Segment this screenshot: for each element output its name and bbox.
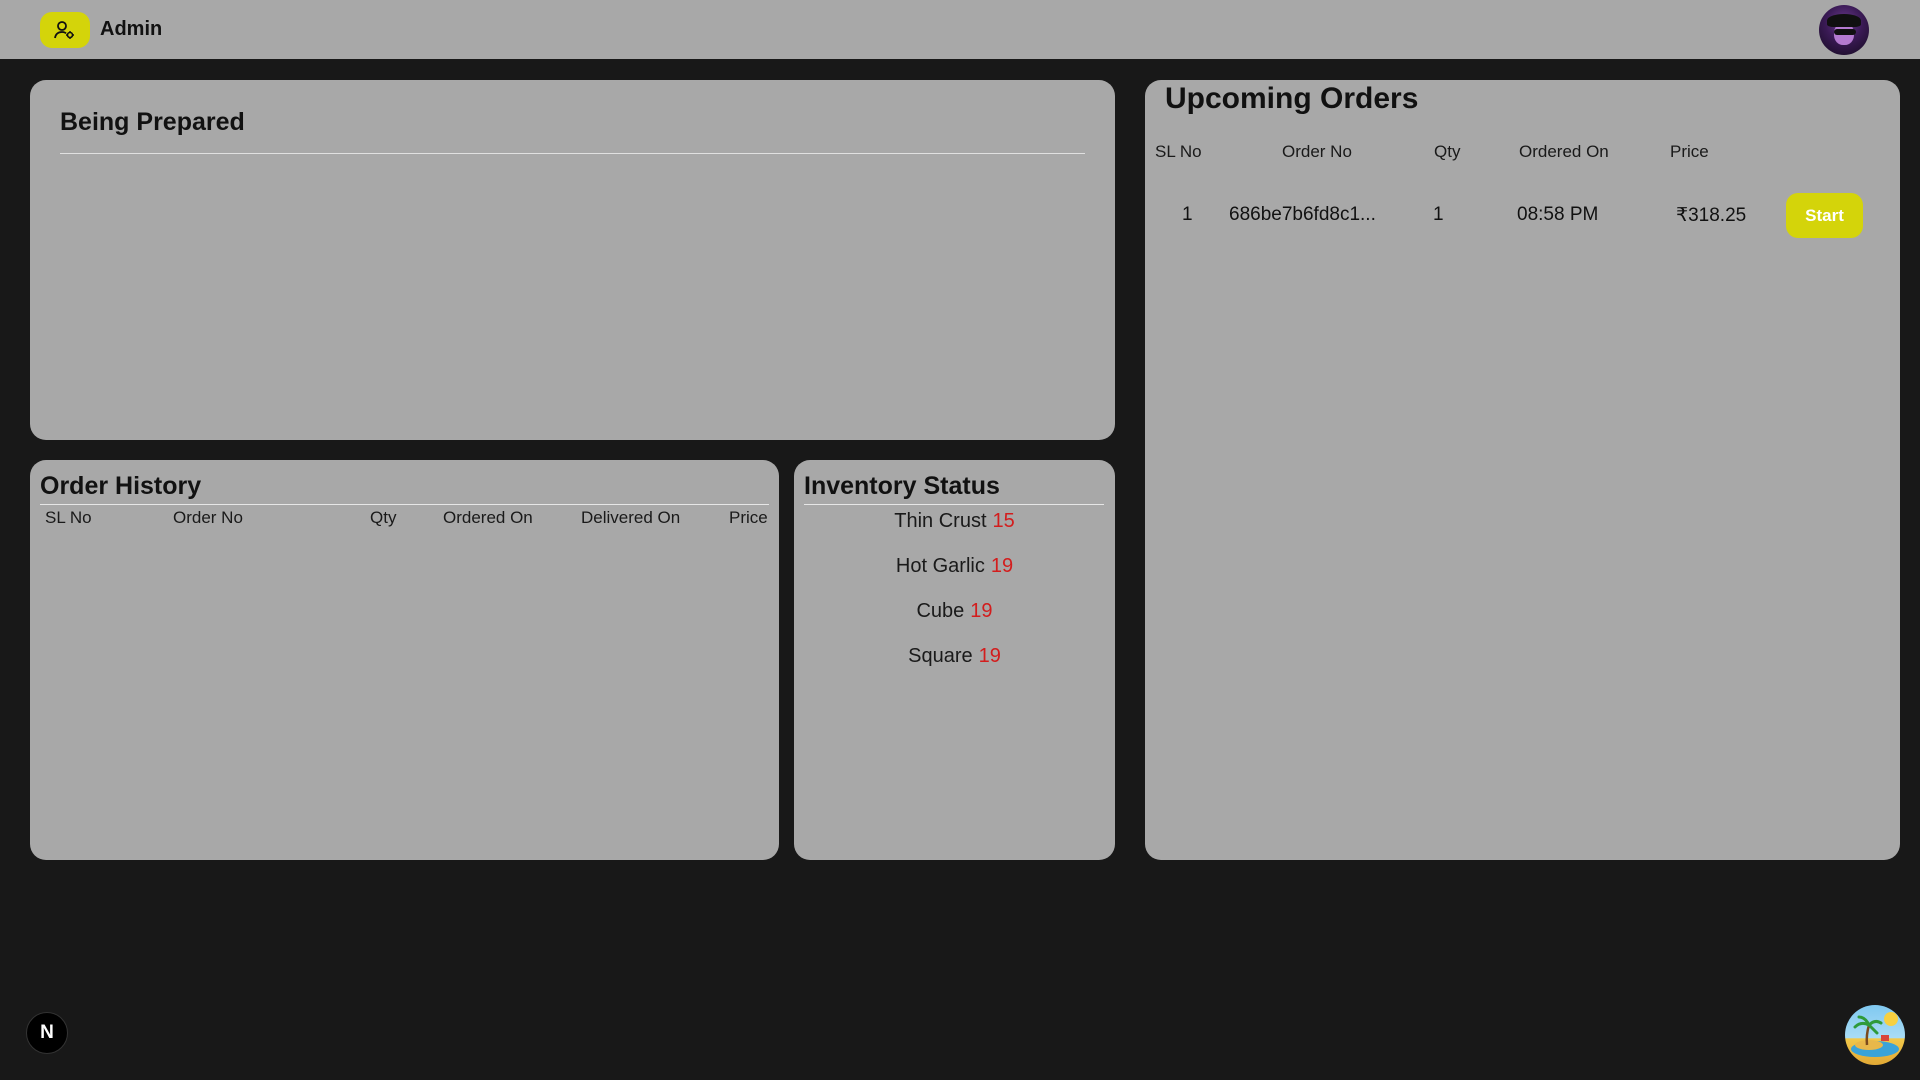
- column-header-qty: Qty: [1434, 142, 1461, 161]
- profile-avatar[interactable]: [1819, 5, 1869, 55]
- inventory-item-name: Cube: [916, 600, 965, 622]
- column-header-ordered-on: Ordered On: [1519, 142, 1609, 161]
- order-qty: 1: [1433, 204, 1444, 225]
- column-header-qty: Qty: [370, 508, 397, 527]
- avatar-glasses: [1834, 29, 1856, 35]
- inventory-item: Hot Garlic 19: [794, 555, 1115, 578]
- inventory-status-title: Inventory Status: [804, 472, 1000, 500]
- column-header-sl-no: SL No: [45, 508, 92, 527]
- inventory-item: Thin Crust 15: [794, 510, 1115, 533]
- column-header-sl-no: SL No: [1155, 142, 1202, 161]
- dev-tools-badge[interactable]: N: [26, 1012, 68, 1054]
- divider: [60, 153, 1085, 154]
- inventory-item: Square 19: [794, 645, 1115, 668]
- being-prepared-title: Being Prepared: [60, 108, 245, 136]
- inventory-item-count: 19: [990, 555, 1014, 577]
- admin-title: Admin: [100, 18, 163, 40]
- dev-tools-badge-label: N: [40, 1022, 54, 1043]
- order-number: 686be7b6fd8c1...: [1229, 204, 1376, 225]
- inventory-item-name: Hot Garlic: [895, 555, 985, 577]
- upcoming-orders-panel: Upcoming Orders SL No Order No Qty Order…: [1145, 80, 1900, 860]
- top-bar: Admin: [0, 0, 1920, 59]
- inventory-item-name: Square: [908, 645, 973, 667]
- order-history-panel: Order History SL No Order No Qty Ordered…: [30, 460, 779, 860]
- inventory-status-panel: Inventory Status Thin Crust 15 Hot Garlic…: [794, 460, 1115, 860]
- column-header-price: Price: [729, 508, 768, 527]
- start-order-button[interactable]: Start: [1786, 193, 1863, 238]
- user-gear-icon[interactable]: [40, 12, 90, 48]
- column-header-ordered-on: Ordered On: [443, 508, 533, 527]
- column-header-price: Price: [1670, 142, 1709, 161]
- inventory-item-count: 19: [978, 645, 1001, 667]
- order-ordered-on: 08:58 PM: [1517, 204, 1599, 225]
- avatar-hat: [1827, 14, 1861, 27]
- divider: [804, 504, 1104, 505]
- order-sl-no: 1: [1182, 204, 1193, 225]
- inventory-item-name: Thin Crust: [894, 510, 987, 532]
- column-header-order-no: Order No: [173, 508, 243, 527]
- order-history-title: Order History: [40, 472, 202, 500]
- upcoming-orders-title: Upcoming Orders: [1165, 82, 1419, 115]
- inventory-item: Cube 19: [794, 600, 1115, 623]
- island-icon[interactable]: [1845, 1005, 1905, 1065]
- column-header-order-no: Order No: [1282, 142, 1352, 161]
- being-prepared-panel: Being Prepared: [30, 80, 1115, 440]
- inventory-item-count: 19: [970, 600, 993, 622]
- inventory-item-count: 15: [992, 510, 1015, 532]
- order-price: ₹318.25: [1676, 205, 1747, 226]
- divider: [40, 504, 769, 505]
- column-header-delivered-on: Delivered On: [581, 508, 681, 527]
